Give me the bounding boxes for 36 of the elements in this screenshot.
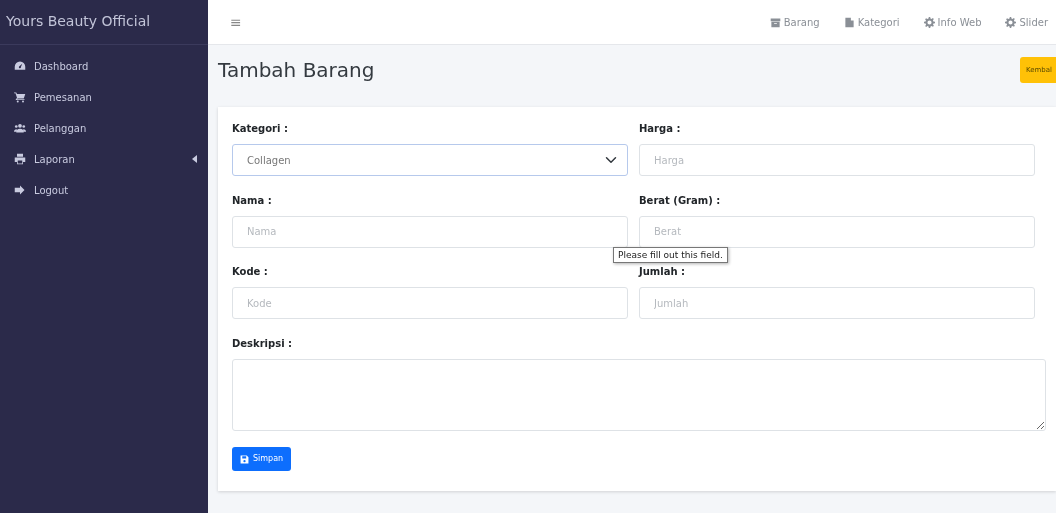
nav-link[interactable]: Info Web [923,14,982,30]
menu-icon[interactable]: ≡ [230,11,242,33]
sidebar-item[interactable]: Logout [34,182,69,198]
field-label: Kategori : [232,122,288,136]
gauge-icon [14,60,26,72]
input-field[interactable]: Jumlah [639,287,1035,319]
sidebar-item[interactable]: Dashboard [34,58,89,74]
settings-icon [1005,16,1017,28]
field-label: Nama : [232,193,272,208]
logout-icon [14,184,26,196]
nav-link[interactable]: Slider [1005,14,1048,30]
input-field[interactable]: Harga [639,144,1035,176]
field-label: Jumlah : [639,265,686,279]
sidebar-item[interactable]: Pemesanan [34,89,92,105]
sidebar-item[interactable]: Pelanggan [34,120,87,136]
page-title: Tambah Barang [218,58,375,82]
box-icon [769,16,781,28]
input-field[interactable]: Kode [232,287,628,319]
field-label: Kode : [232,265,268,279]
field-label: Deskripsi : [232,336,293,351]
field-label: Harga : [639,122,681,136]
validation-tooltip: Please fill out this field. [613,246,728,264]
settings-icon [923,16,935,28]
category-select[interactable]: Collagen [232,144,628,176]
save-button[interactable]: Simpan [232,447,292,471]
cart-icon [14,91,26,103]
nav-link[interactable]: Barang [769,14,820,30]
printer-icon [14,153,26,165]
input-field[interactable]: Berat [639,215,1035,248]
nav-link[interactable]: Kategori [843,14,900,30]
sidebar-item[interactable]: Laporan [34,151,75,167]
field-label: Berat (Gram) : [639,193,721,208]
caret-icon[interactable] [192,155,197,163]
users-icon [14,122,26,134]
input-field[interactable]: Nama [232,215,628,248]
file-icon [843,16,855,28]
